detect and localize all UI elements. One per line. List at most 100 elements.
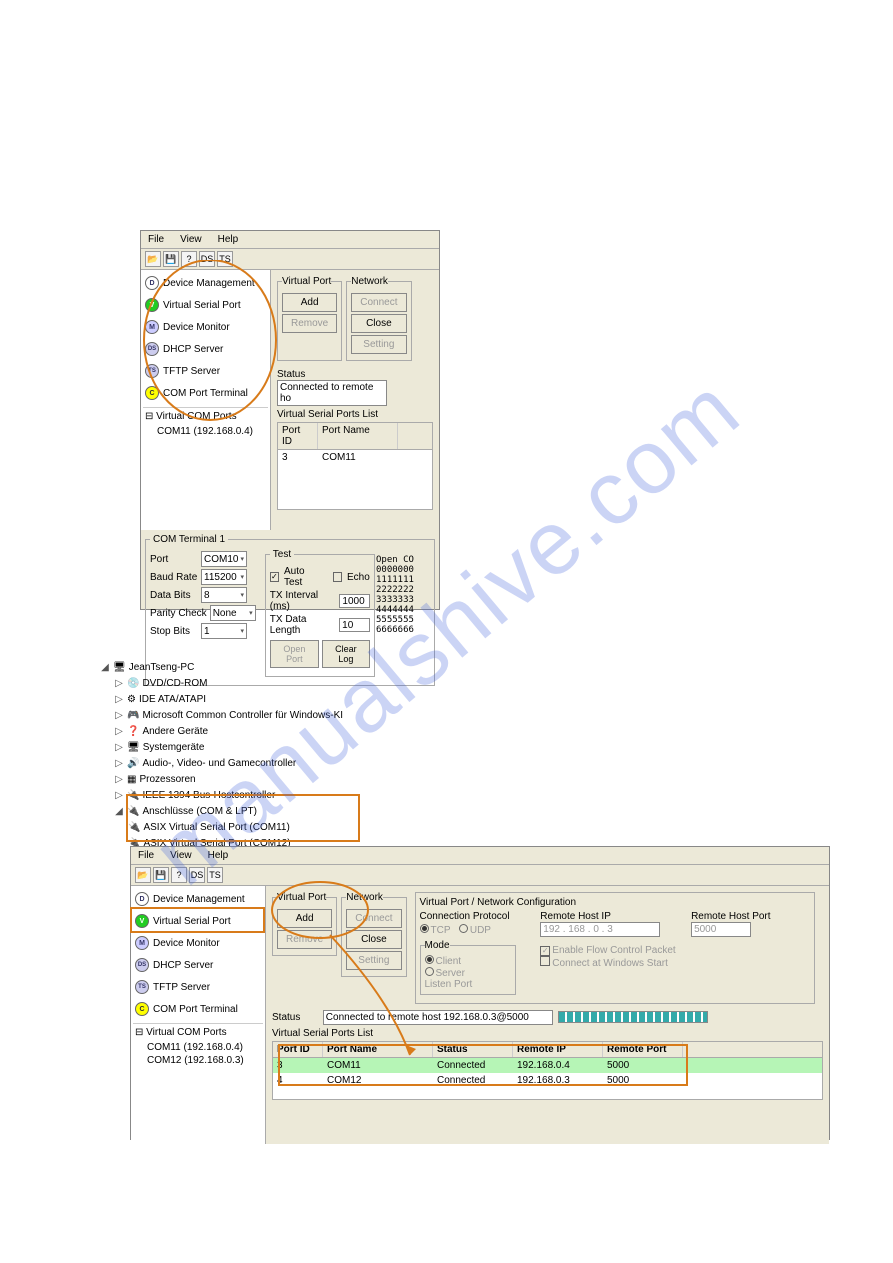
nav-dhcp-server[interactable]: DS DHCP Server (133, 954, 263, 976)
device-icon: 🖥 (127, 740, 140, 756)
ts-badge[interactable]: TS (207, 867, 223, 883)
client-radio[interactable] (425, 955, 434, 964)
connect-button[interactable]: Connect (346, 909, 401, 928)
add-button[interactable]: Add (277, 909, 332, 928)
app2-window: File View Help 📂 💾 ? DS TS D Device Manag… (130, 846, 830, 1140)
parity-select[interactable]: None (210, 605, 256, 621)
nav-label: Device Monitor (153, 938, 220, 949)
help-icon[interactable]: ? (181, 251, 197, 267)
remove-button[interactable]: Remove (277, 930, 332, 949)
menubar: File View Help (131, 847, 829, 865)
flowctrl-checkbox[interactable]: ✓ (540, 946, 550, 956)
save-icon[interactable]: 💾 (153, 867, 169, 883)
m-icon: M (135, 936, 149, 950)
nav-device-monitor[interactable]: MDevice Monitor (143, 316, 268, 338)
txlen-input[interactable]: 10 (339, 618, 370, 632)
d-icon: D (135, 892, 149, 906)
setting-button[interactable]: Setting (346, 951, 401, 970)
d-icon: D (145, 276, 159, 290)
txlen-label: TX Data Length (270, 614, 336, 636)
list-row[interactable]: 3 COM11 (278, 450, 432, 465)
dm-root[interactable]: ◢🖥JeanTseng-PC (100, 660, 430, 676)
txint-input[interactable]: 1000 (339, 594, 369, 608)
remote-port-input[interactable]: 5000 (691, 922, 751, 937)
connect-button[interactable]: Connect (351, 293, 406, 312)
menu-help[interactable]: Help (205, 849, 232, 862)
col-port-id[interactable]: Port ID (278, 423, 318, 449)
c-icon: C (145, 386, 159, 400)
nav-device-monitor[interactable]: M Device Monitor (133, 932, 263, 954)
nav-label: COM Port Terminal (153, 1004, 238, 1015)
toolbar: 📂 💾 ? DS TS (131, 865, 829, 886)
dm-item[interactable]: ▷⚙IDE ATA/ATAPI (100, 692, 430, 708)
help-icon[interactable]: ? (171, 867, 187, 883)
ds-icon: DS (135, 958, 149, 972)
tcp-label: TCP (431, 925, 451, 936)
udp-radio[interactable] (459, 924, 468, 933)
server-radio[interactable] (425, 967, 434, 976)
menu-help[interactable]: Help (215, 233, 242, 246)
ds-badge[interactable]: DS (189, 867, 205, 883)
tcp-radio[interactable] (420, 924, 429, 933)
nav-com-port-terminal[interactable]: CCOM Port Terminal (133, 998, 263, 1020)
vport-legend: Virtual Port (277, 892, 326, 903)
client-label: Client (436, 956, 462, 967)
network-group: Network Connect Close Setting (341, 892, 406, 977)
nav-device-management[interactable]: DDevice Management (143, 272, 268, 294)
remove-button[interactable]: Remove (282, 314, 337, 333)
port-select[interactable]: COM10 (201, 551, 247, 567)
nav-label: DHCP Server (153, 960, 213, 971)
col-port-name[interactable]: Port Name (318, 423, 398, 449)
status-label: Status (272, 1012, 320, 1023)
nav-virtual-serial-port[interactable]: VVirtual Serial Port (143, 294, 268, 316)
tree-item-com11[interactable]: COM11 (192.168.0.4) (133, 1041, 263, 1054)
echo-checkbox[interactable] (333, 572, 342, 582)
dm-item[interactable]: ▷💿DVD/CD-ROM (100, 676, 430, 692)
nav-label: Device Monitor (163, 322, 230, 333)
ts-badge[interactable]: TS (217, 251, 233, 267)
tree-header[interactable]: ⊟ Virtual COM Ports (133, 1023, 263, 1041)
baud-label: Baud Rate (150, 572, 198, 583)
baud-select[interactable]: 115200 (201, 569, 247, 585)
setting-button[interactable]: Setting (351, 335, 406, 354)
txint-label: TX Interval (ms) (270, 590, 337, 612)
menu-view[interactable]: View (177, 233, 205, 246)
menu-view[interactable]: View (167, 849, 195, 862)
stopbits-select[interactable]: 1 (201, 623, 247, 639)
close-button[interactable]: Close (346, 930, 401, 949)
nav-com-port-terminal[interactable]: CCOM Port Terminal (143, 382, 268, 404)
menu-file[interactable]: File (145, 233, 167, 246)
close-button[interactable]: Close (351, 314, 406, 333)
remote-port-label: Remote Host Port (691, 911, 791, 922)
mode-group: Mode Client Server Listen Port (420, 940, 516, 995)
winstart-checkbox[interactable] (540, 956, 550, 966)
parity-label: Parity Check (150, 608, 207, 619)
list-title: Virtual Serial Ports List (272, 1028, 823, 1039)
dm-item[interactable]: ▷❓Andere Geräte (100, 724, 430, 740)
sidebar: DDevice Management VVirtual Serial Port … (141, 270, 271, 530)
add-button[interactable]: Add (282, 293, 337, 312)
autotest-checkbox[interactable]: ✓ (270, 572, 279, 582)
tree-header[interactable]: ⊟ Virtual COM Ports (143, 407, 268, 425)
network-legend: Network (351, 276, 388, 287)
dm-item[interactable]: ▷▦Prozessoren (100, 772, 430, 788)
ds-badge[interactable]: DS (199, 251, 215, 267)
open-icon[interactable]: 📂 (135, 867, 151, 883)
dm-item[interactable]: ▷🔊Audio-, Video- und Gamecontroller (100, 756, 430, 772)
tree-item-com11[interactable]: COM11 (192.168.0.4) (143, 425, 268, 438)
nav-tftp-server[interactable]: TSTFTP Server (143, 360, 268, 382)
remote-ip-input[interactable]: 192 . 168 . 0 . 3 (540, 922, 660, 937)
progress-bar (558, 1011, 708, 1023)
open-icon[interactable]: 📂 (145, 251, 161, 267)
nav-dhcp-server[interactable]: DSDHCP Server (143, 338, 268, 360)
databits-select[interactable]: 8 (201, 587, 247, 603)
dm-item[interactable]: ▷🖥Systemgeräte (100, 740, 430, 756)
tree-item-com12[interactable]: COM12 (192.168.0.3) (133, 1054, 263, 1067)
highlight-ports-box (126, 794, 360, 842)
dm-item[interactable]: ▷🎮Microsoft Common Controller für Window… (100, 708, 430, 724)
nav-label: Virtual Serial Port (163, 300, 241, 311)
nav-label: Device Management (153, 894, 245, 905)
nav-tftp-server[interactable]: TSTFTP Server (133, 976, 263, 998)
menu-file[interactable]: File (135, 849, 157, 862)
save-icon[interactable]: 💾 (163, 251, 179, 267)
